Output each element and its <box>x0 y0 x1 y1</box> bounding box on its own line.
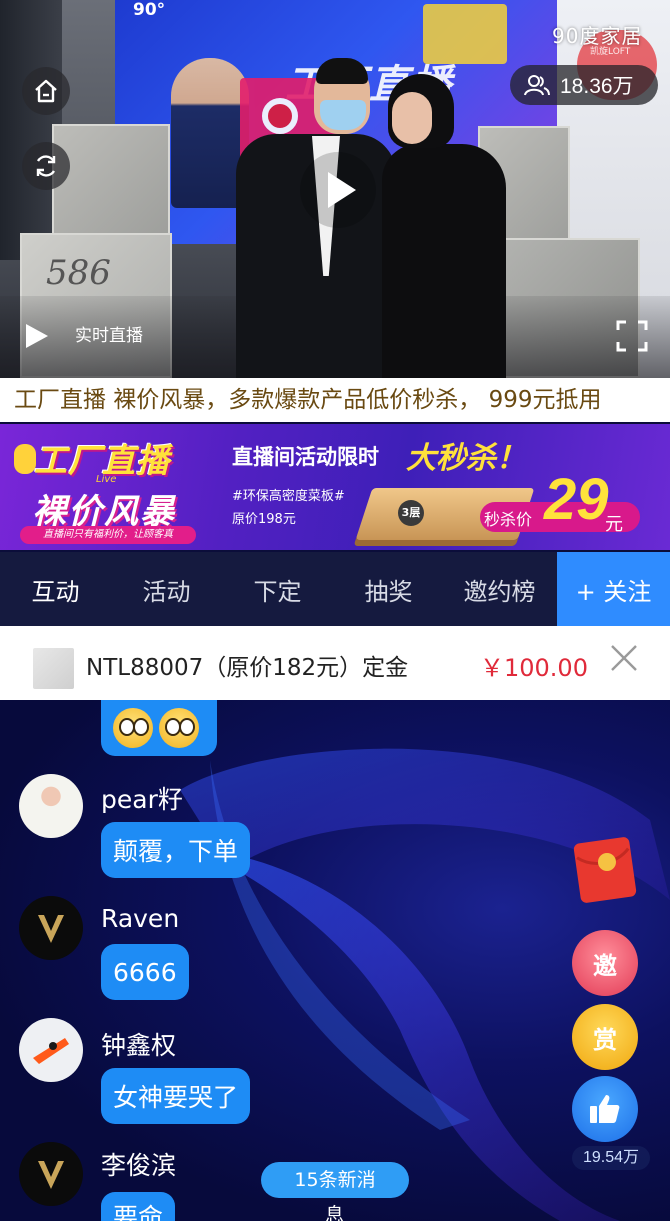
tab-deposit[interactable]: 下定 <box>222 552 333 626</box>
avatar[interactable] <box>19 774 83 838</box>
tab-interaction[interactable]: 互动 <box>0 552 111 626</box>
play-overlay-icon[interactable] <box>298 150 378 230</box>
red-packet-icon[interactable] <box>573 832 637 904</box>
layers-badge: 3层 <box>398 500 424 526</box>
shocked-emoji-icon <box>159 708 199 748</box>
tab-bar: 互动 活动 下定 抽奖 邀约榜 + 关注 <box>0 552 670 626</box>
seckill-label: 秒杀价 <box>484 510 533 529</box>
microphone-icon <box>14 444 36 474</box>
people-icon <box>524 75 550 96</box>
chat-username: 钟鑫权 <box>101 1031 177 1060</box>
home-icon <box>35 79 57 103</box>
refresh-icon <box>36 155 56 177</box>
reward-button[interactable]: 赏 <box>572 1004 638 1070</box>
home-button[interactable] <box>22 67 70 115</box>
announcement-text: 工厂直播 裸价风暴，多款爆款产品低价秒杀， 999元抵用 <box>14 387 602 413</box>
v-logo-icon <box>38 1161 64 1189</box>
product-name: NTL88007（原价182元）定金 <box>86 655 409 681</box>
live-video[interactable]: 90° 工厂直播 586 90度家居 凯旋LOFT <box>0 0 670 378</box>
viewer-count: 18.36万 <box>560 75 634 98</box>
banner-headline: 直播间活动限时 <box>232 445 379 469</box>
thumbs-up-icon <box>590 1095 620 1123</box>
chat-bubble: 女神要哭了 <box>101 1068 251 1124</box>
refresh-button[interactable] <box>22 142 70 190</box>
tile-sample <box>52 124 170 236</box>
boat-icon <box>33 1038 69 1064</box>
new-messages-button[interactable]: 15条新消 <box>261 1162 409 1198</box>
product-card[interactable]: NTL88007（原价182元）定金 ￥100.00 <box>0 626 670 700</box>
follow-button[interactable]: + 关注 <box>557 552 670 626</box>
avatar[interactable] <box>19 1142 83 1206</box>
chat-bubble: 颠覆，下单 <box>101 822 251 878</box>
product-price: ￥100.00 <box>480 654 588 682</box>
chat-username: Raven <box>101 904 180 933</box>
brand-subtitle: 凯旋LOFT <box>590 47 631 57</box>
new-messages-tail: 息 <box>325 1204 345 1221</box>
avatar[interactable] <box>19 1018 83 1082</box>
banner-sale: 大秒杀！ <box>406 441 526 476</box>
product-thumbnail <box>33 648 74 689</box>
fullscreen-icon[interactable] <box>616 320 648 352</box>
close-icon[interactable] <box>606 640 642 676</box>
promo-banner[interactable]: 工厂直播 Live 裸价风暴 直播间只有福利价，让顾客真 直播间活动限时 大秒杀… <box>0 424 670 550</box>
banner-product-tag: #环保高密度菜板# <box>232 489 345 504</box>
seckill-unit: 元 <box>605 514 623 535</box>
tile-scrawl: 586 <box>46 253 111 293</box>
v-logo-icon <box>38 915 64 943</box>
play-icon[interactable] <box>24 322 50 350</box>
chat-bubble-emoji <box>101 700 217 756</box>
like-button[interactable] <box>572 1076 638 1142</box>
shocked-emoji-icon <box>113 708 153 748</box>
chat-area[interactable]: pear籽 颠覆，下单 Raven 6666 钟鑫权 女神要哭了 李俊滨 要命 <box>0 700 670 1221</box>
invite-button[interactable]: 邀 <box>572 930 638 996</box>
chat-bubble: 要命 <box>101 1192 176 1221</box>
chat-username: pear籽 <box>101 785 183 814</box>
tab-invite-ranking[interactable]: 邀约榜 <box>444 552 555 626</box>
announcement-marquee: 工厂直播 裸价风暴，多款爆款产品低价秒杀， 999元抵用 <box>0 378 670 422</box>
banner-slogan: 直播间只有福利价，让顾客真 <box>20 526 196 544</box>
avatar[interactable] <box>19 896 83 960</box>
tab-activity[interactable]: 活动 <box>111 552 222 626</box>
chat-bubble: 6666 <box>101 944 189 1000</box>
viewer-count-badge: 18.36万 <box>510 65 658 105</box>
banner-original-price: 原价198元 <box>232 512 296 527</box>
live-mode-label: 实时直播 <box>75 326 143 346</box>
video-controls: 实时直播 <box>0 296 670 378</box>
chat-username: 李俊滨 <box>101 1151 177 1180</box>
seckill-price: 29 <box>544 467 609 532</box>
like-count: 19.54万 <box>572 1146 650 1170</box>
tab-lottery[interactable]: 抽奖 <box>333 552 444 626</box>
